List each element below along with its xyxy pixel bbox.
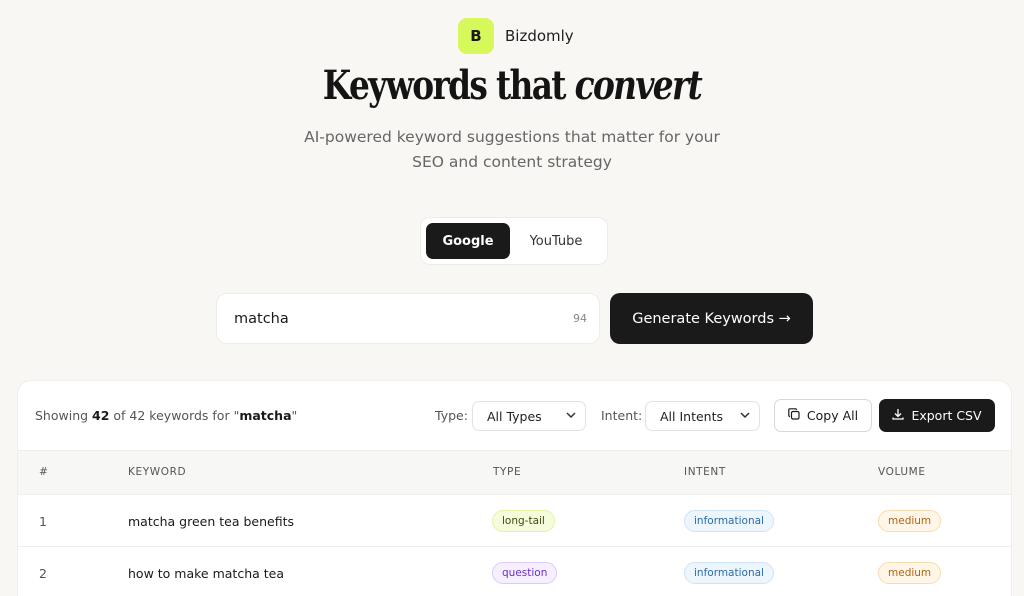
download-icon: [892, 408, 911, 423]
col-type: TYPE: [493, 466, 522, 478]
chevron-down-icon: [566, 411, 576, 421]
subtitle-line-1: AI-powered keyword suggestions that matt…: [304, 128, 720, 146]
shown-count: 42: [92, 408, 110, 423]
brand-logo: B: [458, 18, 494, 54]
keyword-input[interactable]: [234, 310, 573, 327]
type-badge: long-tail: [492, 510, 555, 532]
title-main: Keywords that: [322, 62, 567, 109]
platform-toggle: Google YouTube: [420, 217, 608, 265]
export-csv-button[interactable]: Export CSV: [879, 399, 995, 432]
row-number: 1: [39, 514, 47, 529]
type-filter-select[interactable]: All Types: [472, 401, 586, 431]
col-number: #: [39, 466, 49, 478]
page-subtitle: AI-powered keyword suggestions that matt…: [0, 125, 1024, 175]
toggle-youtube[interactable]: YouTube: [510, 223, 602, 259]
intent-badge: informational: [684, 510, 774, 532]
intent-filter-label: Intent:: [601, 408, 643, 423]
results-toolbar: Showing 42 of 42 keywords for "matcha" T…: [18, 381, 1011, 450]
search-box: 94: [216, 293, 600, 344]
volume-badge: medium: [878, 510, 942, 532]
generate-keywords-button[interactable]: Generate Keywords →: [610, 293, 813, 344]
row-keyword: matcha green tea benefits: [128, 514, 294, 529]
chevron-down-icon: [740, 411, 750, 421]
volume-badge: medium: [878, 562, 942, 584]
table-header: # KEYWORD TYPE INTENT VOLUME: [18, 450, 1011, 494]
results-summary: Showing 42 of 42 keywords for "matcha": [35, 408, 298, 423]
type-filter-label: Type:: [435, 408, 468, 423]
row-number: 2: [39, 566, 47, 581]
subtitle-line-2: SEO and content strategy: [412, 153, 612, 171]
toggle-google[interactable]: Google: [426, 223, 510, 259]
page-title: Keywords that convert: [92, 62, 932, 109]
brand[interactable]: B Bizdomly: [458, 18, 574, 54]
type-badge: question: [492, 562, 558, 584]
col-keyword: KEYWORD: [128, 466, 187, 478]
row-keyword: how to make matcha tea: [128, 566, 284, 581]
col-volume: VOLUME: [878, 466, 926, 478]
brand-name: Bizdomly: [505, 27, 574, 45]
intent-filter-select[interactable]: All Intents: [645, 401, 760, 431]
intent-badge: informational: [684, 562, 774, 584]
copy-icon: [788, 408, 807, 423]
char-count: 94: [573, 312, 587, 325]
col-intent: INTENT: [684, 466, 726, 478]
query-text: matcha: [239, 408, 292, 423]
table-row[interactable]: 1 matcha green tea benefits long-tail in…: [18, 494, 1011, 546]
title-emphasis: convert: [574, 62, 703, 109]
copy-all-button[interactable]: Copy All: [774, 399, 872, 432]
results-card: Showing 42 of 42 keywords for "matcha" T…: [17, 380, 1012, 596]
table-row[interactable]: 2 how to make matcha tea question inform…: [18, 546, 1011, 596]
